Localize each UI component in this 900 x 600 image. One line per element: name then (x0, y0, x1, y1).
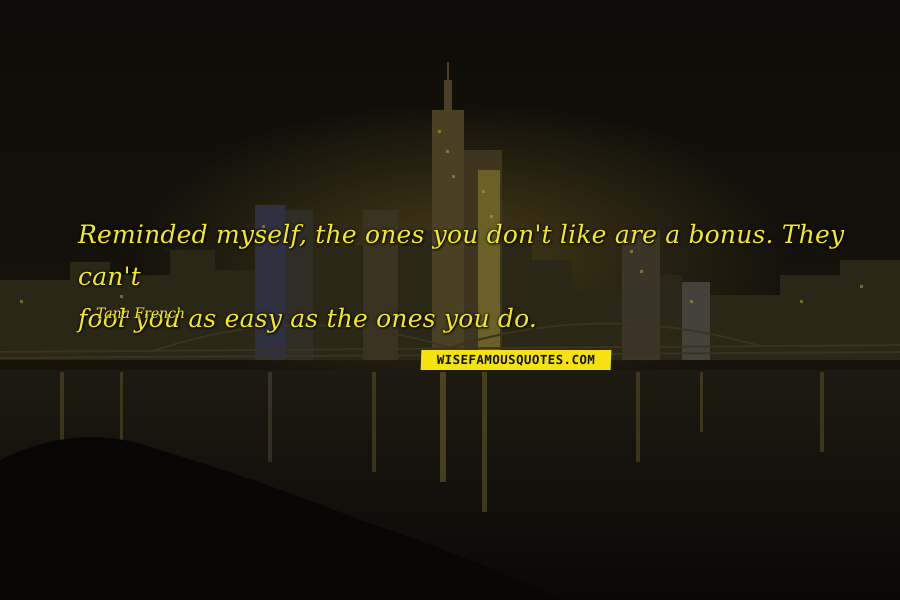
site-watermark: WISEFAMOUSQUOTES.COM (420, 350, 612, 370)
quote-author: Tana French (96, 306, 185, 322)
quote-text: Reminded myself, the ones you don't like… (78, 214, 878, 340)
quote-line-1: Reminded myself, the ones you don't like… (78, 220, 845, 291)
quote-card: Reminded myself, the ones you don't like… (0, 0, 900, 600)
